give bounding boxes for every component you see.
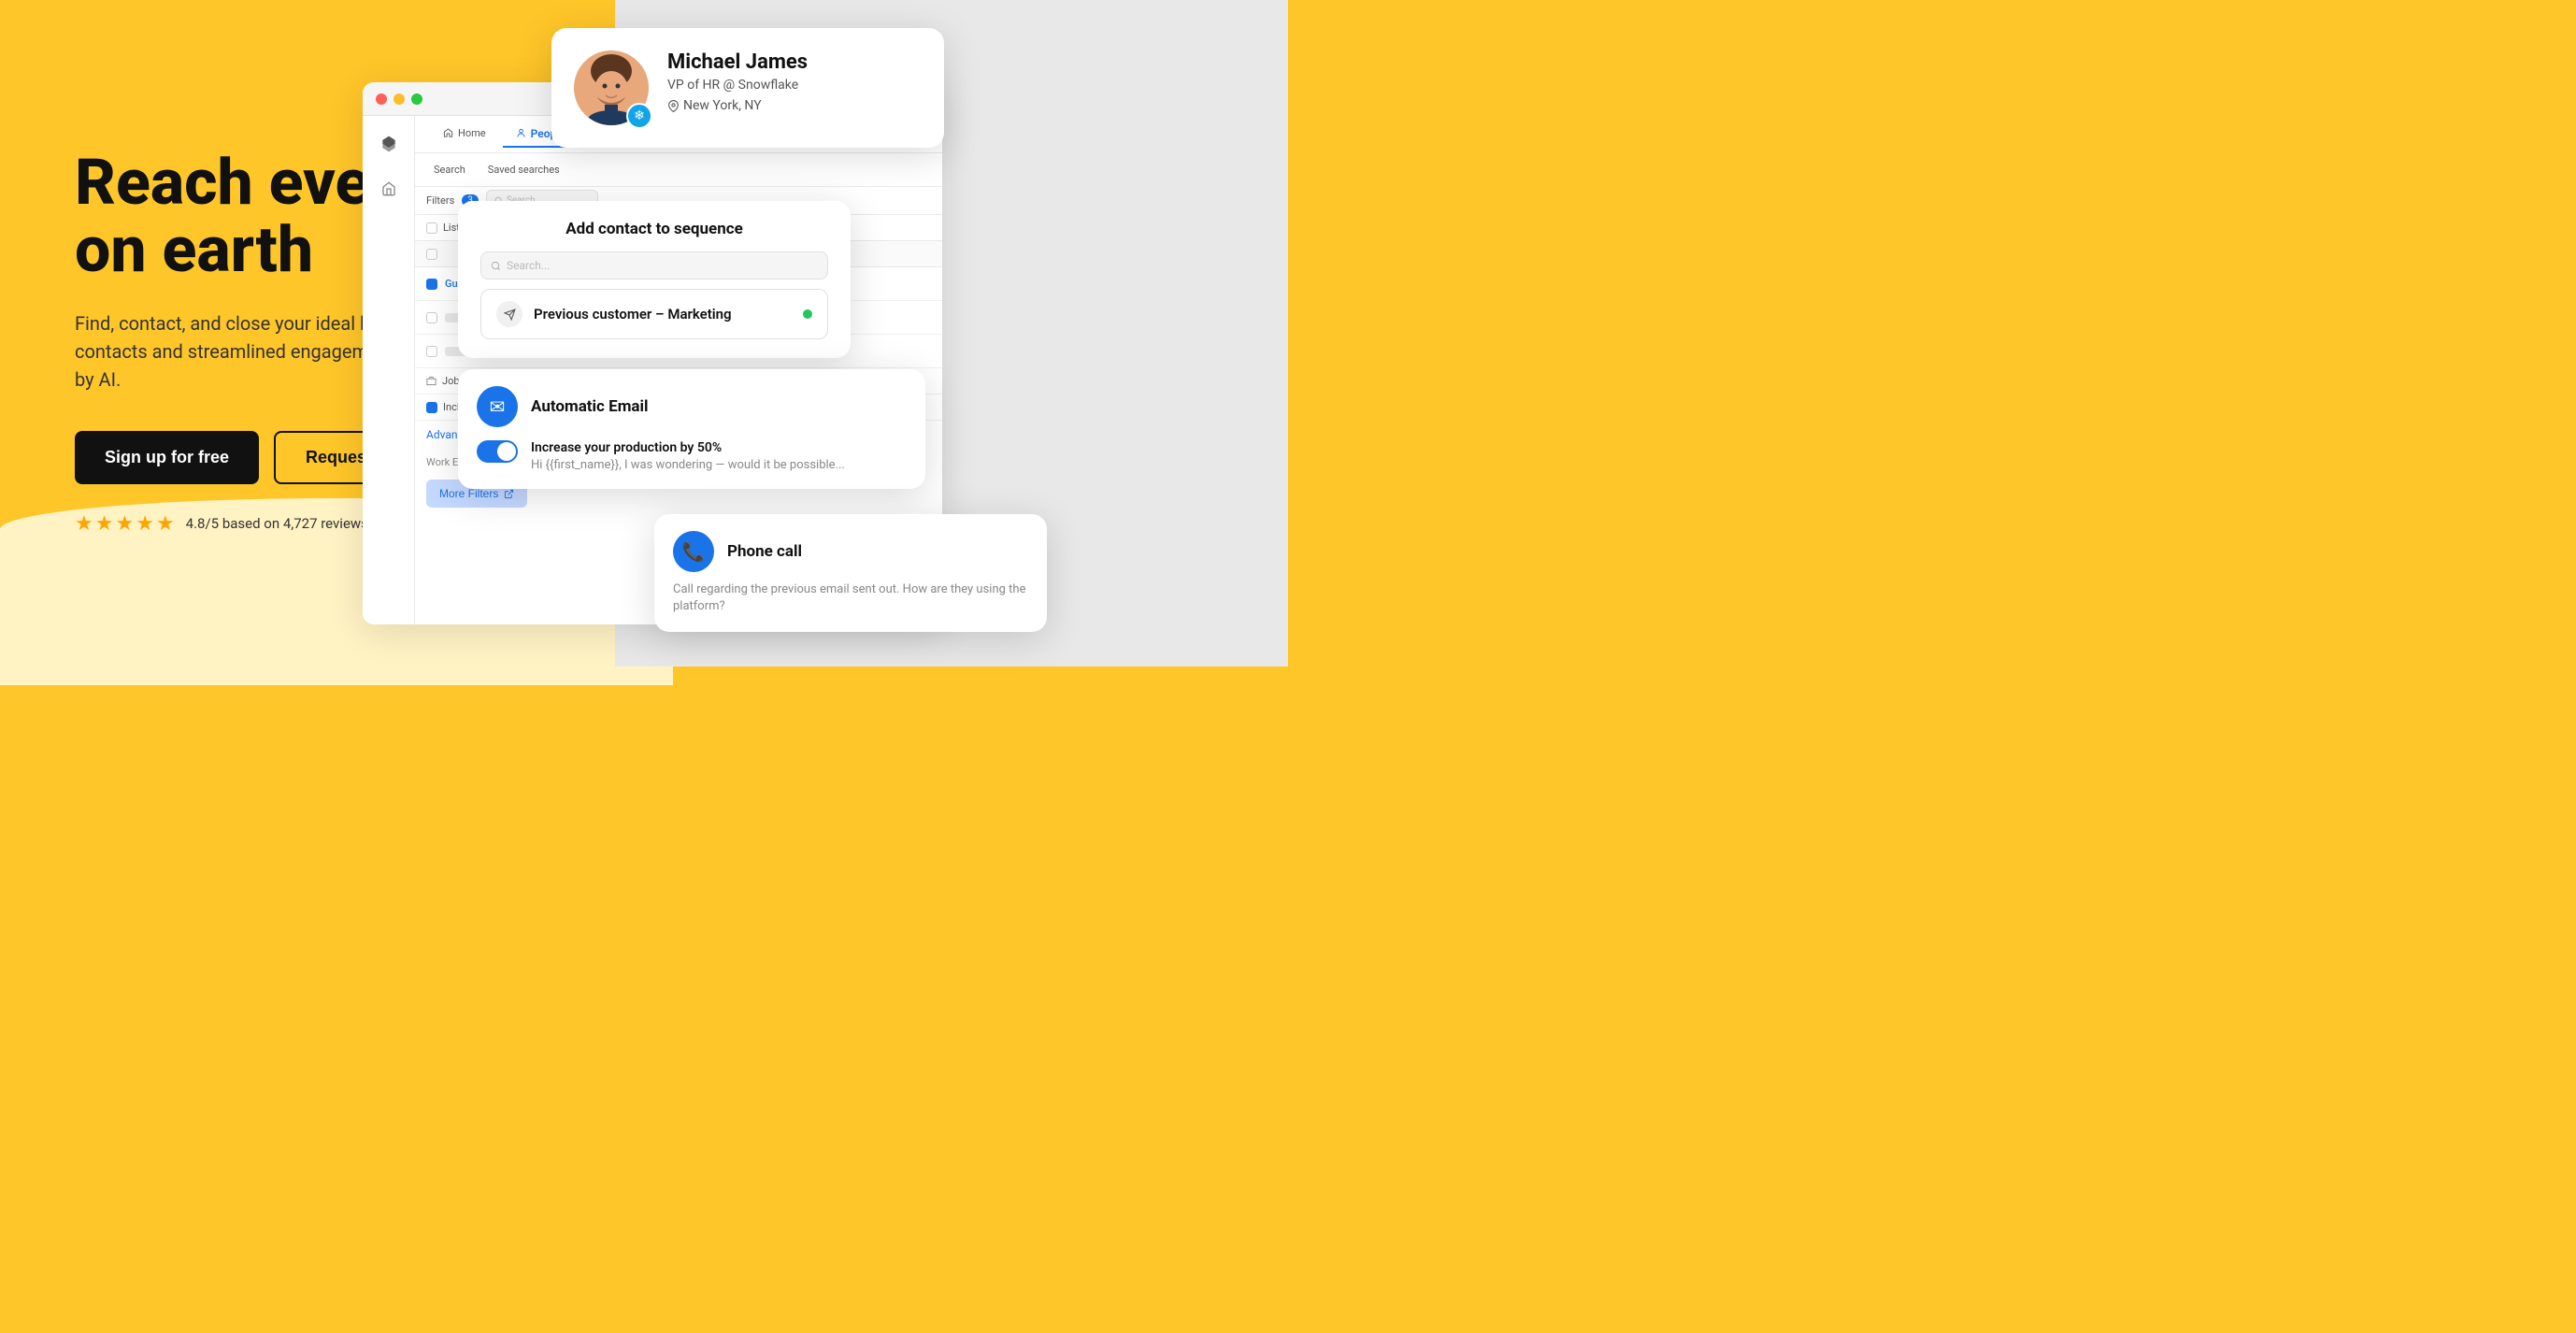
row-checkbox[interactable] xyxy=(426,346,437,357)
email-preview: Hi {{first_name}}, I was wondering — wou… xyxy=(531,458,845,472)
profile-avatar-wrap: ❄ xyxy=(574,50,649,125)
email-label: Automatic Email xyxy=(531,397,649,416)
select-all-checkbox[interactable] xyxy=(426,249,437,260)
star-4: ★ xyxy=(136,512,154,536)
sequence-card: Add contact to sequence Search... Previo… xyxy=(458,201,851,358)
star-3: ★ xyxy=(115,512,134,536)
snowflake-badge: ❄ xyxy=(626,103,652,129)
toggle-knob xyxy=(497,442,516,461)
star-1: ★ xyxy=(75,512,93,536)
phone-card: 📞 Phone call Call regarding the previous… xyxy=(654,514,1047,632)
sidebar-home-icon[interactable] xyxy=(374,174,404,204)
sequence-item[interactable]: Previous customer – Marketing xyxy=(480,289,828,339)
phone-label: Phone call xyxy=(727,542,802,561)
sequence-active-dot xyxy=(803,309,812,319)
email-subject: Increase your production by 50% xyxy=(531,440,845,455)
sequence-search-icon xyxy=(491,261,501,271)
signup-button[interactable]: Sign up for free xyxy=(75,431,259,484)
row-checkbox[interactable] xyxy=(426,279,437,290)
row-checkbox[interactable] xyxy=(426,312,437,323)
star-5: ★ xyxy=(156,512,175,536)
app-sidebar xyxy=(363,116,415,624)
toolbar-saved[interactable]: Saved searches xyxy=(480,160,567,179)
briefcase-icon xyxy=(426,376,436,386)
lists-checkbox[interactable] xyxy=(426,222,437,234)
email-icon: ✉ xyxy=(477,386,518,427)
email-toggle[interactable] xyxy=(477,440,518,463)
auto-email-card: ✉ Automatic Email Increase your producti… xyxy=(458,369,925,489)
home-icon xyxy=(443,128,453,138)
filters-label[interactable]: Filters xyxy=(426,194,454,207)
external-link-icon xyxy=(504,489,514,499)
sequence-send-icon xyxy=(496,301,522,327)
email-row: Increase your production by 50% Hi {{fir… xyxy=(477,440,907,472)
profile-title: VP of HR @ Snowflake xyxy=(667,78,808,93)
people-icon xyxy=(516,128,526,138)
include-checkbox[interactable] xyxy=(426,402,437,413)
header-checkbox[interactable] xyxy=(426,249,437,260)
location-icon xyxy=(667,100,680,112)
phone-icon: 📞 xyxy=(673,531,714,572)
app-toolbar: Search Saved searches xyxy=(415,153,942,187)
toolbar-search[interactable]: Search xyxy=(426,160,473,179)
minimize-dot xyxy=(394,93,405,105)
star-rating: ★ ★ ★ ★ ★ xyxy=(75,512,175,536)
close-dot xyxy=(376,93,387,105)
nav-home[interactable]: Home xyxy=(430,122,499,147)
sequence-search-placeholder: Search... xyxy=(507,259,550,272)
sidebar-logo[interactable] xyxy=(374,129,404,159)
phone-header: 📞 Phone call xyxy=(673,531,1028,572)
profile-location: New York, NY xyxy=(667,98,808,113)
sequence-item-name: Previous customer – Marketing xyxy=(534,306,732,322)
profile-name: Michael James xyxy=(667,50,808,74)
email-details: Increase your production by 50% Hi {{fir… xyxy=(531,440,845,472)
maximize-dot xyxy=(411,93,422,105)
phone-text: Call regarding the previous email sent o… xyxy=(673,581,1028,615)
star-2: ★ xyxy=(95,512,114,536)
sequence-search[interactable]: Search... xyxy=(480,251,828,280)
auto-email-header: ✉ Automatic Email xyxy=(477,386,907,427)
profile-info: Michael James VP of HR @ Snowflake New Y… xyxy=(667,50,808,113)
sequence-title: Add contact to sequence xyxy=(480,220,828,238)
profile-card: ❄ Michael James VP of HR @ Snowflake New… xyxy=(551,28,944,148)
